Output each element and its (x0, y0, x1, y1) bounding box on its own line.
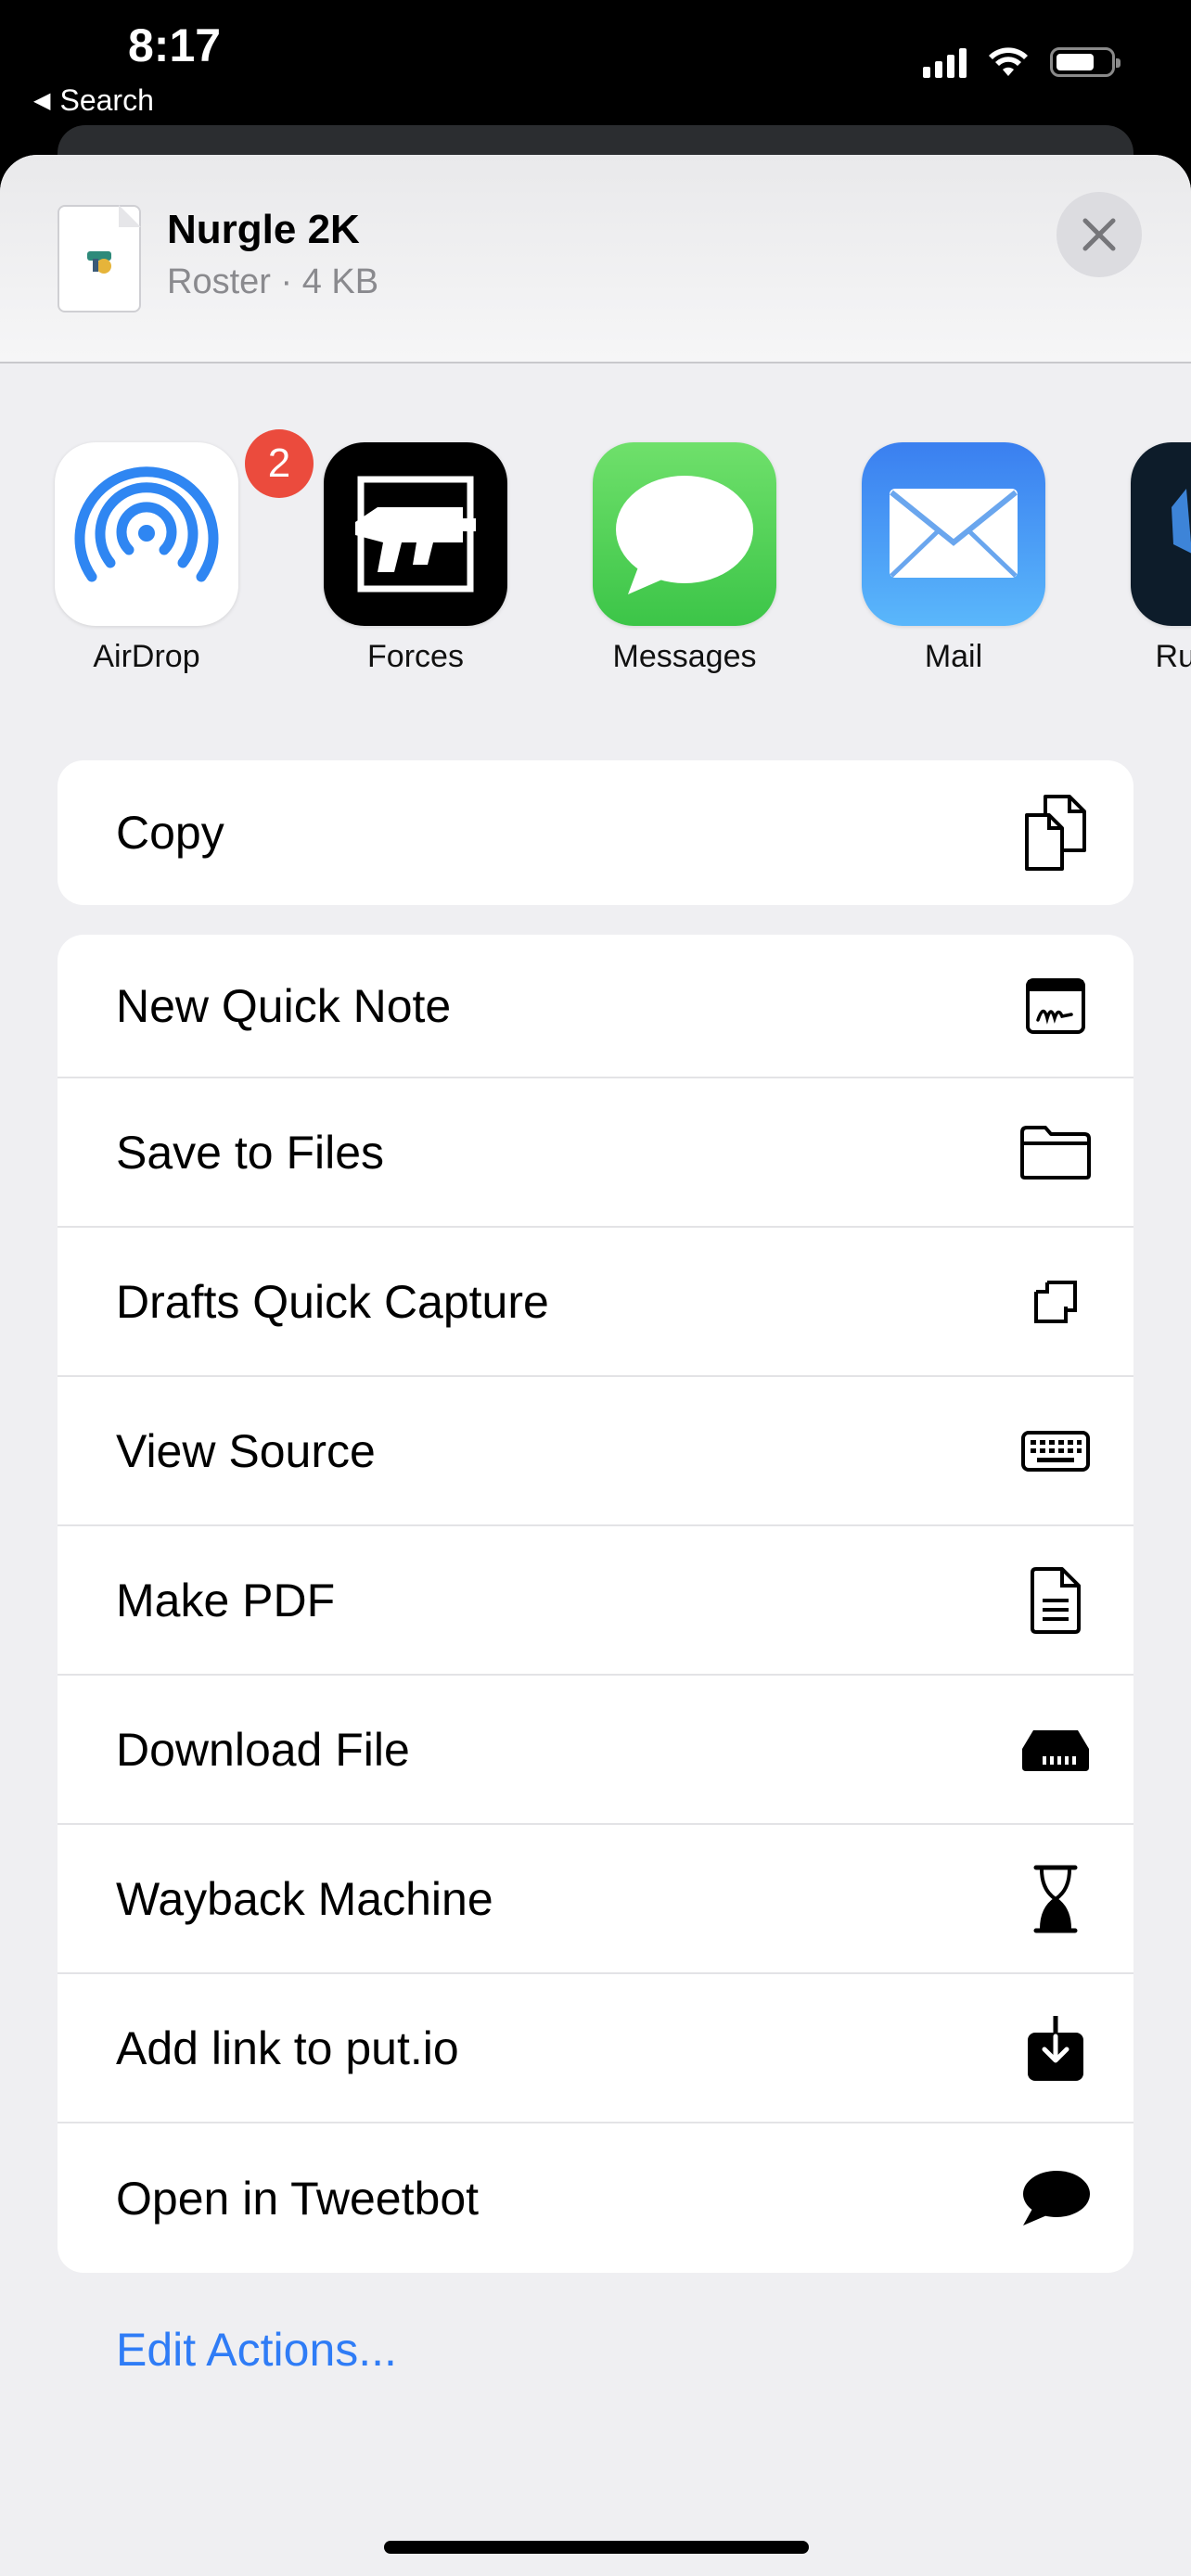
status-icons (923, 46, 1121, 78)
action-label: Drafts Quick Capture (116, 1275, 549, 1328)
app-messages[interactable]: Messages (592, 442, 777, 675)
drafts-icon (1018, 1265, 1093, 1339)
edit-actions-link[interactable]: Edit Actions... (116, 2323, 397, 2377)
action-view-source[interactable]: View Source (58, 1377, 1133, 1526)
cellular-signal-icon (923, 46, 967, 78)
app-runestaff[interactable]: Runestaff (1130, 442, 1191, 675)
primary-actions-group: Copy (58, 760, 1133, 905)
file-name: Nurgle 2K (167, 207, 360, 252)
document-icon (1018, 1563, 1093, 1638)
action-wayback-machine[interactable]: Wayback Machine (58, 1825, 1133, 1974)
tray-download-icon (1018, 2011, 1093, 2085)
wifi-icon (989, 47, 1028, 76)
action-new-quick-note[interactable]: New Quick Note (58, 935, 1133, 1078)
app-label: AirDrop (93, 639, 200, 674)
folder-icon (1018, 1116, 1093, 1190)
airdrop-badge: 2 (245, 429, 314, 498)
action-label: Open in Tweetbot (116, 2172, 480, 2225)
action-label: Copy (116, 807, 224, 859)
action-label: View Source (116, 1424, 376, 1477)
action-drafts-quick-capture[interactable]: Drafts Quick Capture (58, 1228, 1133, 1377)
messages-icon (593, 442, 776, 626)
status-time: 8:17 (128, 19, 222, 71)
share-apps-row: 2 AirDrop Forces Messages Mail Ru (0, 429, 1191, 674)
file-meta: Roster · 4 KB (167, 262, 379, 301)
keyboard-icon (1018, 1414, 1093, 1488)
action-download-file[interactable]: Download File (58, 1676, 1133, 1825)
action-open-in-tweetbot[interactable]: Open in Tweetbot (58, 2123, 1133, 2273)
back-to-search-link[interactable]: ◀ Search (33, 83, 154, 118)
close-icon (1082, 218, 1116, 251)
back-label: Search (59, 83, 154, 117)
app-forces[interactable]: Forces (323, 442, 508, 675)
status-bar: 8:17 ◀ Search (0, 0, 1191, 139)
battery-icon (1050, 47, 1121, 77)
app-label: Messages (612, 639, 757, 674)
action-make-pdf[interactable]: Make PDF (58, 1526, 1133, 1676)
mail-icon (862, 442, 1045, 626)
home-indicator[interactable] (384, 2541, 809, 2554)
action-label: New Quick Note (116, 979, 452, 1032)
action-label: Download File (116, 1723, 410, 1776)
share-sheet: Nurgle 2K Roster · 4 KB 2 AirDrop Forces… (0, 155, 1191, 2576)
share-sheet-header: Nurgle 2K Roster · 4 KB (0, 155, 1191, 363)
app-airdrop[interactable]: 2 AirDrop (54, 429, 314, 675)
runestaff-icon (1131, 442, 1191, 626)
airdrop-icon (55, 442, 238, 626)
file-thumbnail (58, 205, 141, 312)
copy-icon (1018, 795, 1093, 871)
app-label: Runestaff (1155, 639, 1191, 674)
action-label: Save to Files (116, 1126, 385, 1179)
hourglass-icon (1018, 1862, 1093, 1936)
actions-group: New Quick Note Save to Files Drafts Quic… (58, 935, 1133, 2273)
forces-icon (324, 442, 507, 626)
action-label: Make PDF (116, 1574, 336, 1626)
action-label: Add link to put.io (116, 2021, 459, 2074)
action-add-link-to-putio[interactable]: Add link to put.io (58, 1974, 1133, 2123)
app-mail[interactable]: Mail (861, 442, 1046, 675)
speech-bubble-icon (1018, 2162, 1093, 2236)
app-label: Forces (367, 639, 464, 674)
close-button[interactable] (1057, 192, 1142, 277)
back-arrow-icon: ◀ (33, 88, 51, 113)
quick-note-icon (1018, 969, 1093, 1043)
action-copy[interactable]: Copy (58, 760, 1133, 905)
app-label: Mail (924, 639, 983, 674)
action-save-to-files[interactable]: Save to Files (58, 1078, 1133, 1228)
roster-file-icon (87, 251, 111, 274)
action-label: Wayback Machine (116, 1872, 493, 1925)
download-drive-icon (1018, 1713, 1093, 1787)
